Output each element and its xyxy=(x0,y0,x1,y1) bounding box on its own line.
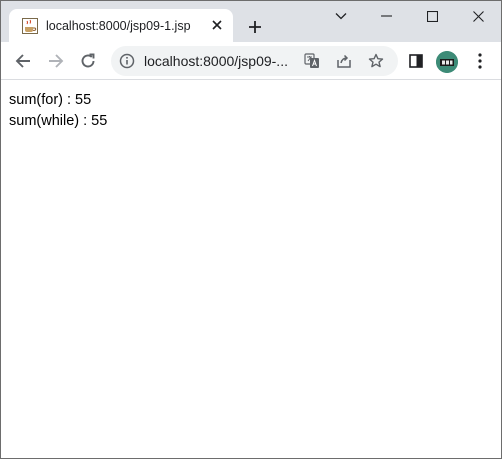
minimize-icon[interactable] xyxy=(363,1,409,31)
sum-for-line: sum(for) : 55 xyxy=(9,92,92,108)
share-icon[interactable] xyxy=(333,50,355,72)
tab-strip: localhost:8000/jsp09-1.jsp xyxy=(1,1,501,42)
star-icon[interactable] xyxy=(365,50,387,72)
plus-icon[interactable] xyxy=(244,16,266,38)
java-coffee-icon xyxy=(22,18,38,34)
tab-active[interactable]: localhost:8000/jsp09-1.jsp xyxy=(9,9,233,42)
kebab-menu-icon[interactable] xyxy=(466,47,494,75)
reload-icon[interactable] xyxy=(74,47,102,75)
address-bar[interactable]: localhost:8000/jsp09-... xyxy=(111,46,398,76)
browser-window: localhost:8000/jsp09-1.jsp localhost:800… xyxy=(0,0,502,459)
close-icon[interactable] xyxy=(209,17,225,33)
browser-toolbar: localhost:8000/jsp09-... xyxy=(1,42,501,80)
side-panel-icon[interactable] xyxy=(402,47,430,75)
window-close-icon[interactable] xyxy=(455,1,501,31)
translate-icon[interactable] xyxy=(301,50,323,72)
forward-arrow-icon[interactable] xyxy=(42,47,70,75)
avatar[interactable] xyxy=(436,51,458,73)
back-arrow-icon[interactable] xyxy=(9,47,37,75)
chevron-down-icon[interactable] xyxy=(318,1,364,31)
sum-while-line: sum(while) : 55 xyxy=(9,113,108,129)
url-text: localhost:8000/jsp09-... xyxy=(144,53,288,69)
tab-title: localhost:8000/jsp09-1.jsp xyxy=(46,19,191,33)
info-icon[interactable] xyxy=(119,53,135,69)
maximize-icon[interactable] xyxy=(409,1,455,31)
page-content: sum(for) : 55 sum(while) : 55 xyxy=(1,81,501,458)
